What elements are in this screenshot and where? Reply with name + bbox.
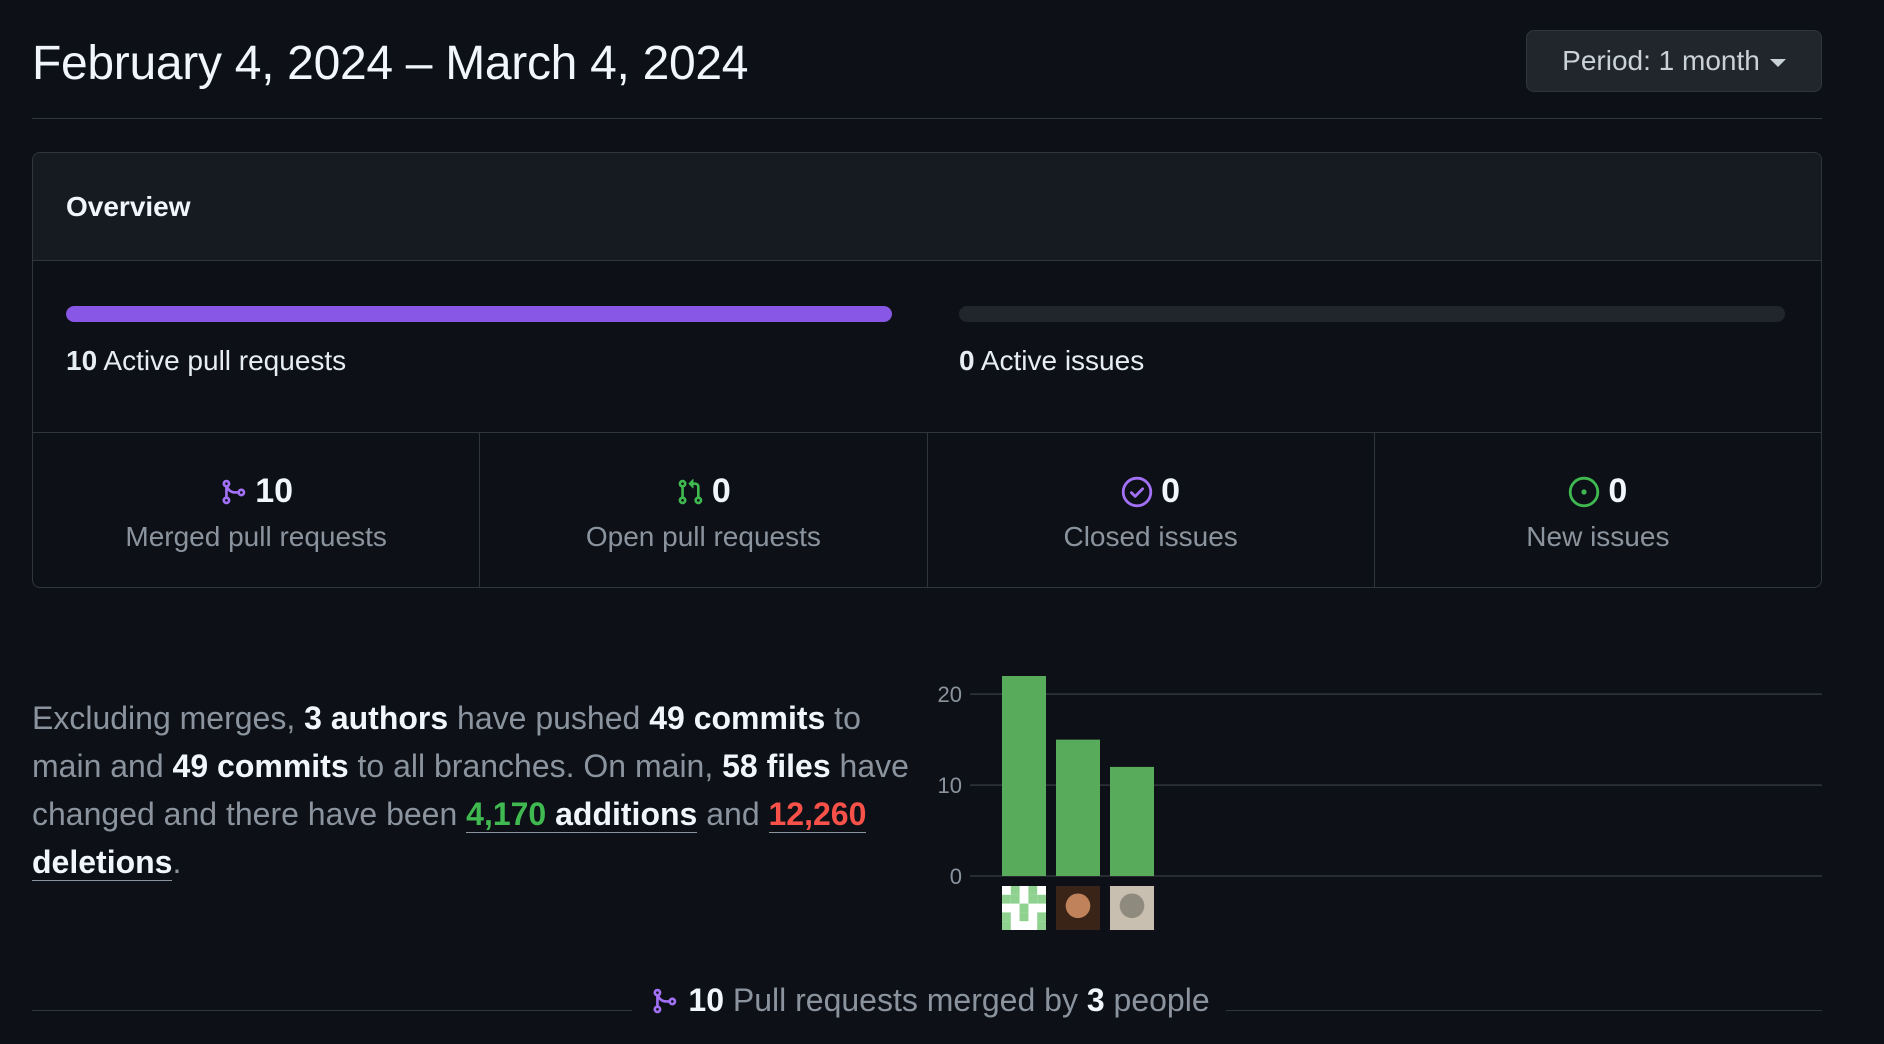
files-count: 58 files [722,748,831,784]
merged-prs-label: Merged pull requests [125,521,387,552]
summary-text: to all branches. On main, [348,748,723,784]
y-tick-label: 10 [938,773,962,798]
deletions-count: 12,260 [768,796,867,832]
caret-down-icon [1769,59,1786,67]
stat-closed-issues[interactable]: 0 Closed issues [928,433,1375,587]
git-merge-icon [222,479,246,504]
deletions-word: deletions [32,844,173,880]
new-issues-label: New issues [1526,521,1670,552]
activity-bars: 10 Active pull requests 0 Active issues [33,261,1821,433]
git-pull-request-icon [678,478,703,504]
footer-rule-left [32,1010,632,1011]
bar-author-3[interactable] [1110,766,1154,876]
summary-text: . [172,844,182,880]
merged-prs-footer: 10 Pull requests merged by 3 people [640,982,1220,1019]
bar-author-1[interactable] [1002,676,1046,876]
git-merge-icon [653,988,677,1013]
stat-new-issues[interactable]: 0 New issues [1375,433,1821,587]
open-prs-value: 0 [711,472,731,510]
additions-link[interactable]: 4,170 additions [466,796,698,833]
issue-opened-icon [1569,476,1600,507]
footer-people-count: 3 [1086,982,1105,1018]
footer-pr-count: 10 [688,982,724,1018]
additions-count: 4,170 [466,796,547,832]
avatar[interactable] [1056,886,1100,930]
active-issues-label: Active issues [980,345,1145,376]
authors-count: 3 authors [304,700,449,736]
y-tick-label: 20 [938,682,962,707]
active-prs-bar [66,306,892,322]
period-dropdown-button[interactable]: Period: 1 month [1526,30,1822,92]
commits-all-count: 49 commits [172,748,349,784]
bar-author-2[interactable] [1056,739,1100,876]
stat-open-prs[interactable]: 0 Open pull requests [480,433,928,587]
open-prs-label: Open pull requests [585,521,821,552]
active-prs-caption[interactable]: 10 Active pull requests [66,345,346,377]
footer-text: people [1104,982,1210,1018]
stats-row: 10 Merged pull requests 0 Open pull requ… [33,433,1821,587]
closed-issues-value: 0 [1161,472,1181,510]
additions-word: additions [546,796,698,832]
title-divider [32,118,1822,119]
summary-text: have pushed [448,700,650,736]
active-prs-label: Active pull requests [103,345,347,376]
commits-main-count: 49 commits [649,700,826,736]
commits-by-author-chart: 0 10 20 [938,676,1822,930]
active-issues-caption[interactable]: 0 Active issues [959,345,1144,377]
period-label: Period: 1 month [1562,45,1760,76]
avatar[interactable] [1110,886,1154,930]
new-issues-value: 0 [1608,472,1628,510]
summary-text: and [697,796,769,832]
y-tick-label: 0 [950,864,962,889]
overview-heading: Overview [33,153,1821,261]
commit-summary: Excluding merges, 3 authors have pushed … [32,694,932,886]
footer-text: Pull requests merged by [723,982,1087,1018]
footer-rule-right [1226,1010,1822,1011]
issue-closed-icon [1121,476,1153,507]
stat-merged-prs[interactable]: 10 Merged pull requests [33,433,481,587]
summary-text: Excluding merges, [32,700,305,736]
active-issues-bar [959,306,1785,322]
page-title: February 4, 2024 – March 4, 2024 [32,37,749,90]
merged-prs-value: 10 [255,472,294,510]
active-prs-bar-fill [66,306,892,322]
closed-issues-label: Closed issues [1063,521,1238,552]
avatar[interactable] [1002,886,1046,930]
active-issues-count: 0 [959,345,975,376]
overview-panel: Overview 10 Active pull requests 0 Activ… [32,152,1822,588]
active-prs-count: 10 [66,345,98,376]
